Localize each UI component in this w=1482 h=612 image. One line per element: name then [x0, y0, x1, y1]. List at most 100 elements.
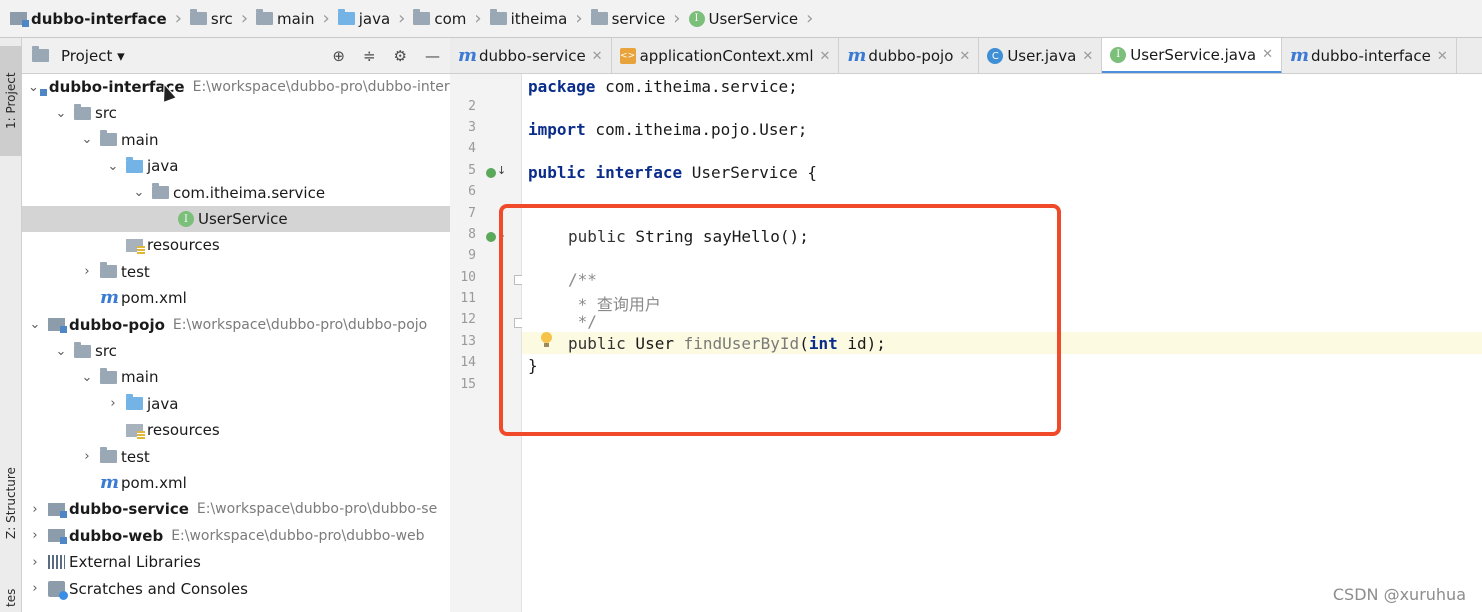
chevron-down-icon[interactable]: ⌄ — [28, 80, 39, 95]
editor-tab-label: applicationContext.xml — [639, 47, 814, 65]
tree-item[interactable]: I UserService — [22, 206, 450, 232]
chevron-right-icon: › — [240, 7, 249, 29]
chevron-down-icon[interactable]: ⌄ — [54, 106, 68, 121]
editor-tab-label: UserService.java — [1130, 45, 1257, 64]
chevron-down-icon[interactable]: ⌄ — [106, 159, 120, 174]
editor-tab[interactable]: m dubbo-pojo ✕ — [839, 38, 980, 73]
tree-item[interactable]: m pom.xml — [22, 470, 450, 496]
source-folder-icon — [126, 394, 143, 411]
tree-item[interactable]: › External Libraries — [22, 549, 450, 575]
editor-tab[interactable]: <> applicationContext.xml ✕ — [612, 38, 840, 73]
editor-tab-label: dubbo-interface — [1310, 47, 1431, 65]
chevron-down-icon[interactable]: ⌄ — [80, 370, 94, 385]
chevron-right-icon: › — [174, 7, 182, 29]
tree-item-label: dubbo-pojo — [69, 315, 165, 334]
close-icon[interactable]: ✕ — [959, 49, 970, 64]
folder-icon — [189, 9, 207, 25]
module-icon — [48, 529, 67, 545]
breadcrumb-item-itheima[interactable]: itheima — [486, 7, 572, 31]
resources-folder-icon — [126, 238, 145, 254]
arrow-down-icon: ↓ — [497, 164, 507, 177]
close-icon[interactable]: ✕ — [1082, 49, 1093, 64]
tree-item[interactable]: › java — [22, 391, 450, 417]
tree-item[interactable]: › dubbo-service E:\workspace\dubbo-pro\dub… — [22, 496, 450, 522]
breadcrumb-item-src[interactable]: src — [186, 7, 237, 31]
chevron-right-icon: › — [673, 7, 681, 29]
tree-item[interactable]: ⌄ dubbo-pojo E:\workspace\dubbo-pro\dubbo-… — [22, 312, 450, 338]
chevron-right-icon[interactable]: › — [28, 528, 42, 543]
project-panel-header: Project ▾ ⊕ ≑ ⚙ — — [22, 38, 450, 74]
breadcrumb-item-main[interactable]: main — [252, 7, 318, 31]
tree-item-label: test — [121, 262, 150, 281]
chevron-right-icon[interactable]: › — [80, 264, 94, 279]
favorites-tool-tab[interactable]: tes — [0, 583, 22, 612]
maven-icon: m — [100, 472, 120, 493]
breadcrumb-item-userservice[interactable]: I UserService — [685, 7, 803, 31]
tree-item-label: dubbo-web — [69, 526, 164, 545]
chevron-right-icon[interactable]: › — [80, 449, 94, 464]
scratch-icon — [48, 580, 68, 600]
chevron-right-icon[interactable]: › — [28, 502, 42, 517]
code-editor[interactable]: package com.itheima.service; import com.… — [522, 74, 1482, 612]
editor-tab[interactable]: m dubbo-interface ✕ — [1282, 38, 1457, 73]
chevron-right-icon[interactable]: › — [28, 581, 42, 596]
tree-item-label: com.itheima.service — [173, 183, 326, 202]
breadcrumb-item-dubbo-interface[interactable]: dubbo-interface — [6, 7, 171, 31]
gear-icon[interactable]: ⚙ — [394, 47, 407, 65]
tree-item[interactable]: resources — [22, 417, 450, 443]
implemented-icon[interactable] — [486, 232, 496, 242]
locate-icon[interactable]: ⊕ — [332, 47, 345, 65]
tree-item[interactable]: › test — [22, 444, 450, 470]
tree-item-label: pom.xml — [121, 289, 187, 308]
chevron-right-icon[interactable]: › — [106, 396, 120, 411]
line-number: 4 — [468, 141, 476, 156]
implemented-icon[interactable] — [486, 168, 496, 178]
chevron-right-icon[interactable]: › — [28, 555, 42, 570]
breadcrumb-item-com[interactable]: com — [409, 7, 470, 31]
folder-icon — [256, 9, 274, 25]
tree-item[interactable]: ⌄ main — [22, 127, 450, 153]
project-tool-tab[interactable]: 1: Project — [0, 46, 22, 156]
project-view-selector[interactable]: Project ▾ — [61, 47, 125, 65]
folder-icon — [100, 447, 117, 464]
editor-tab[interactable]: I UserService.java ✕ — [1102, 38, 1282, 73]
tree-item[interactable]: › dubbo-web E:\workspace\dubbo-pro\dubbo-w… — [22, 523, 450, 549]
tree-item[interactable]: › Scratches and Consoles — [22, 576, 450, 602]
tree-item-label: dubbo-service — [69, 500, 189, 519]
tree-item-path: E:\workspace\dubbo-pro\dubbo-pojo — [172, 316, 428, 333]
close-icon[interactable]: ✕ — [1437, 49, 1448, 64]
maven-icon: m — [458, 45, 478, 66]
chevron-right-icon: › — [398, 7, 406, 29]
tree-item[interactable]: ⌄ src — [22, 338, 450, 364]
chevron-down-icon[interactable]: ⌄ — [80, 132, 94, 147]
tree-item-label: resources — [147, 421, 220, 440]
tree-item[interactable]: resources — [22, 232, 450, 258]
lightbulb-icon[interactable] — [540, 332, 552, 348]
tree-item[interactable]: ⌄ main — [22, 364, 450, 390]
chevron-down-icon[interactable]: ⌄ — [28, 317, 42, 332]
close-icon[interactable]: ✕ — [1262, 47, 1273, 62]
tree-item[interactable]: ⌄ dubbo-interface E:\workspace\dubbo-pro\d… — [22, 74, 450, 100]
module-icon — [48, 318, 67, 334]
breadcrumb-item-service[interactable]: service — [587, 7, 670, 31]
tree-item[interactable]: m pom.xml — [22, 285, 450, 311]
editor-tab[interactable]: m dubbo-service ✕ — [450, 38, 612, 73]
chevron-down-icon[interactable]: ⌄ — [54, 344, 68, 359]
tree-item[interactable]: ⌄ com.itheima.service — [22, 180, 450, 206]
collapse-all-icon[interactable]: ≑ — [363, 47, 376, 65]
breadcrumb-item-java[interactable]: java — [334, 7, 394, 31]
hide-icon[interactable]: — — [425, 47, 440, 65]
tree-item-path: E:\workspace\dubbo-pro\dubbo-web — [171, 527, 425, 544]
close-icon[interactable]: ✕ — [592, 49, 603, 64]
xml-file-icon: <> — [619, 48, 636, 64]
tree-item-label: UserService — [198, 210, 288, 228]
tree-item[interactable]: ⌄ java — [22, 153, 450, 179]
structure-tool-tab[interactable]: Z: Structure — [0, 458, 22, 548]
interface-icon: I — [688, 10, 705, 27]
tree-item[interactable]: › test — [22, 259, 450, 285]
editor-tab[interactable]: C User.java ✕ — [979, 38, 1103, 73]
line-number: 5 — [468, 163, 476, 178]
chevron-down-icon[interactable]: ⌄ — [132, 185, 146, 200]
tree-item[interactable]: ⌄ src — [22, 100, 450, 126]
close-icon[interactable]: ✕ — [820, 49, 831, 64]
